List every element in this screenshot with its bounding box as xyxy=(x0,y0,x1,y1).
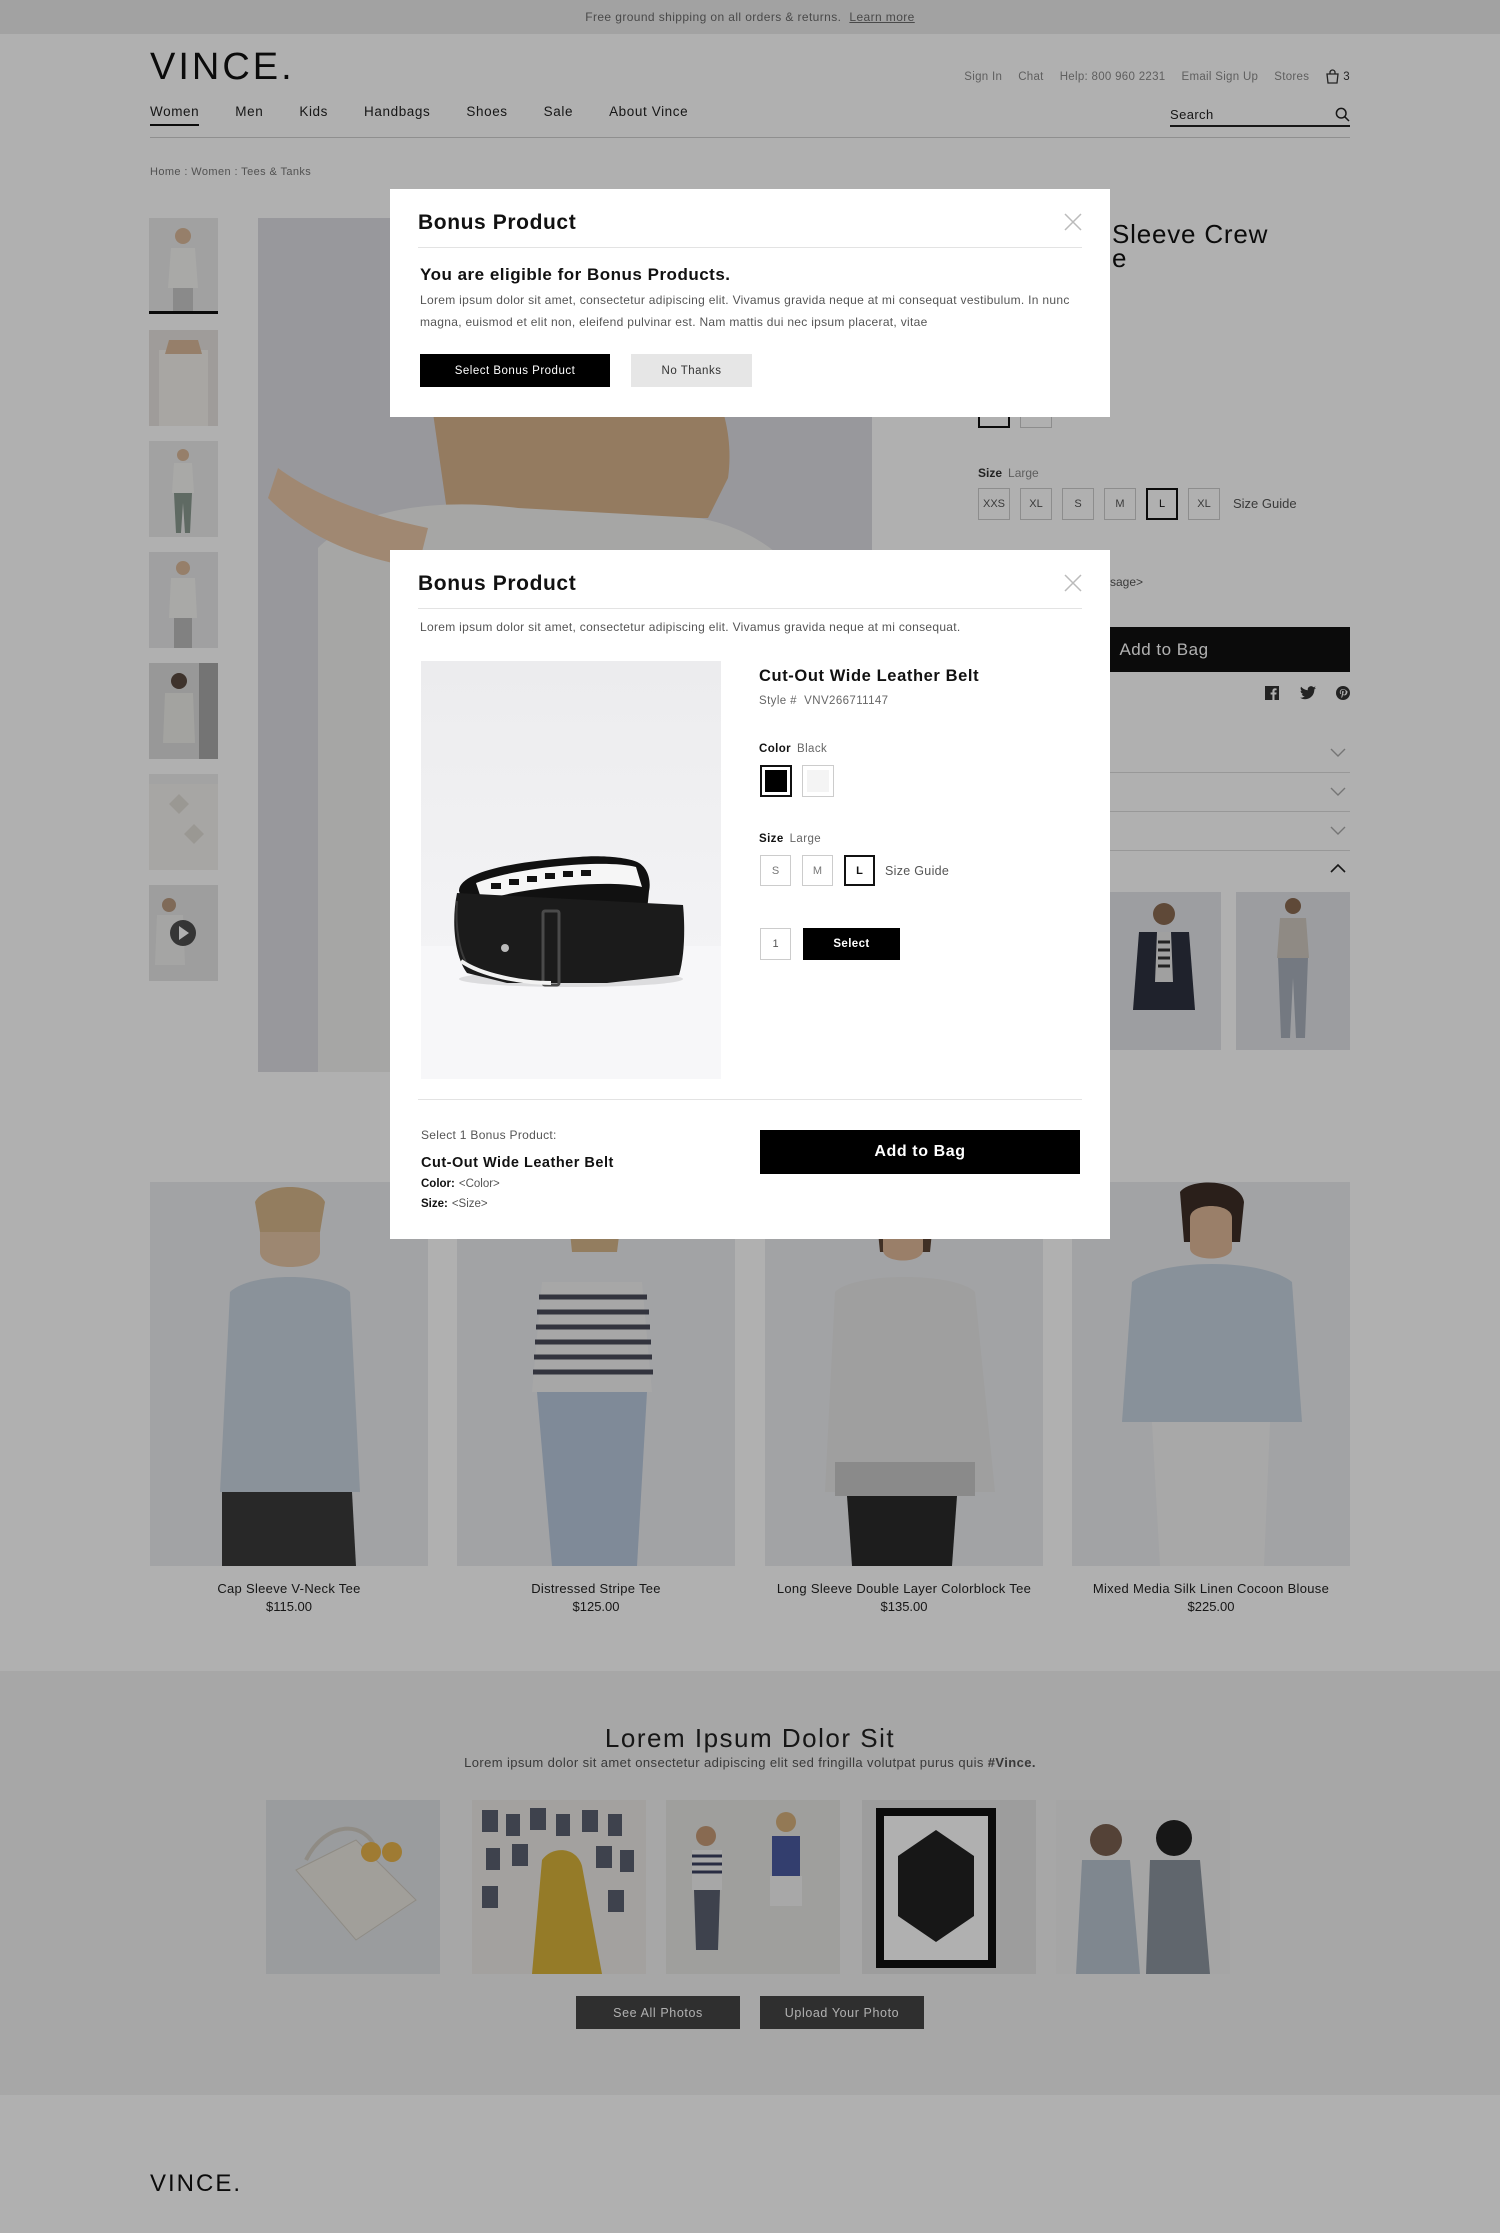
size-guide-link[interactable]: Size Guide xyxy=(885,864,949,878)
select-button[interactable]: Select xyxy=(803,928,900,960)
size-value: Large xyxy=(789,833,822,845)
eligible-heading: You are eligible for Bonus Products. xyxy=(420,265,731,284)
color-value: Black xyxy=(797,743,828,755)
selection-summary-name: Cut-Out Wide Leather Belt xyxy=(421,1155,614,1171)
color-swatch-white[interactable] xyxy=(802,765,834,797)
size-option-selected[interactable]: L xyxy=(844,855,875,886)
modal-divider xyxy=(418,1099,1082,1100)
modal-description: Lorem ipsum dolor sit amet, consectetur … xyxy=(420,620,961,634)
select-bonus-product-button[interactable]: Select Bonus Product xyxy=(420,354,610,387)
bonus-product-name: Cut-Out Wide Leather Belt xyxy=(759,667,980,685)
modal-divider xyxy=(418,608,1082,609)
selection-summary-title: Select 1 Bonus Product: xyxy=(421,1128,557,1142)
quantity-input[interactable]: 1 xyxy=(760,928,791,960)
size-label: Size Large xyxy=(759,833,822,845)
color-label: Color Black xyxy=(759,743,828,755)
close-icon[interactable] xyxy=(1064,213,1082,231)
color-swatch-black[interactable] xyxy=(760,765,792,797)
bonus-product-modal-select: Bonus Product Lorem ipsum dolor sit amet… xyxy=(390,550,1110,1239)
close-icon[interactable] xyxy=(1064,574,1082,592)
no-thanks-button[interactable]: No Thanks xyxy=(631,354,752,387)
bonus-product-image xyxy=(421,661,721,1079)
selection-summary-size: Size: <Size> xyxy=(421,1198,488,1210)
add-to-bag-button[interactable]: Add to Bag xyxy=(760,1130,1080,1174)
size-option[interactable]: S xyxy=(760,855,791,886)
selection-summary-color: Color: <Color> xyxy=(421,1178,500,1190)
modal-divider xyxy=(418,247,1082,248)
eligible-body: Lorem ipsum dolor sit amet, consectetur … xyxy=(420,293,1070,329)
style-number: Style # VNV266711147 xyxy=(759,695,889,707)
modal-title: Bonus Product xyxy=(418,211,577,234)
bonus-product-modal-eligible: Bonus Product You are eligible for Bonus… xyxy=(390,189,1110,417)
size-option[interactable]: M xyxy=(802,855,833,886)
modal-title: Bonus Product xyxy=(418,572,577,595)
